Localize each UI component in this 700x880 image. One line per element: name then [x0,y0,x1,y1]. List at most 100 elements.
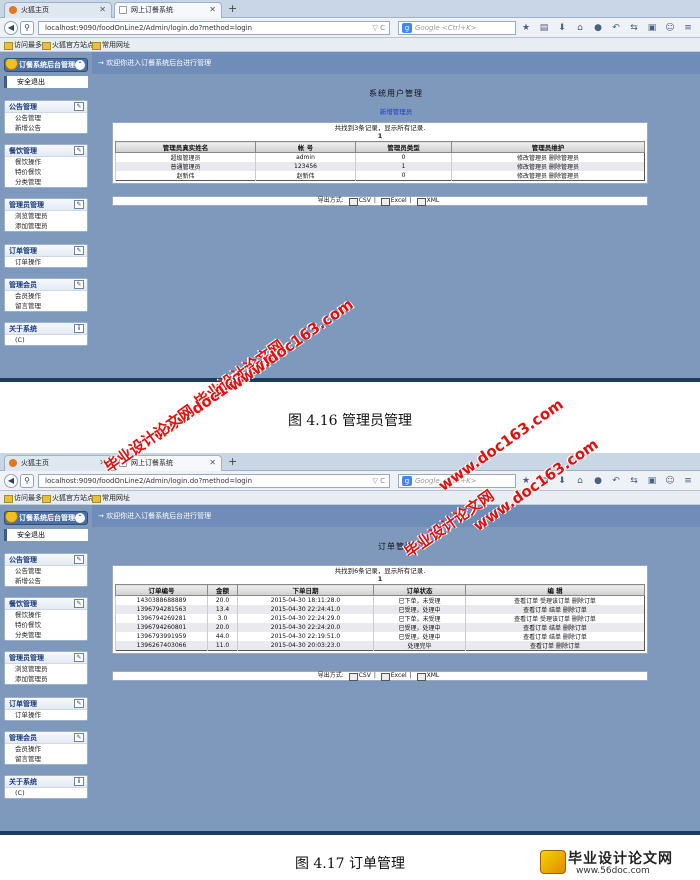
clipboard-icon[interactable]: ▤ [538,21,550,35]
menu-header-about[interactable]: 关于系统 i [5,323,87,335]
action-links[interactable]: 修改管理员 删除管理员 [451,152,645,162]
menu-header-notice[interactable]: 公告管理 ✎ [5,554,87,566]
menu-header-member[interactable]: 管理会员 ✎ [5,732,87,744]
bookmark-firefox-site[interactable]: 火狐官方站点 [42,491,94,505]
back-icon[interactable]: ◀ [4,474,18,488]
menu-icon[interactable]: ≡ [682,474,694,488]
add-admin-link[interactable]: 新增管理员 [92,106,700,116]
menu-item-order-ops[interactable]: 订单操作 [5,257,87,267]
bookmark-most-visited[interactable]: 访问最多 [4,491,42,505]
collapse-icon[interactable]: ⌃ [75,513,85,523]
tab-home[interactable]: 火狐主页 ✕ [4,455,112,471]
home-icon[interactable]: ⌂ [574,21,586,35]
logout-link[interactable]: 安全退出 [4,76,88,88]
tab-app[interactable]: 网上订餐系统 ✕ [114,2,222,18]
menu-item-message[interactable]: 留言管理 [5,301,87,311]
menu-item-admin-add[interactable]: 添加管理员 [5,674,87,684]
action-links[interactable]: 查看订单 结单 删除订单 [465,605,645,614]
menu-item-admin-add[interactable]: 添加管理员 [5,221,87,231]
chat-icon[interactable]: ● [592,474,604,488]
action-links[interactable]: 查看订单 受理该订单 删除订单 [465,595,645,605]
menu-header-about[interactable]: 关于系统 i [5,776,87,788]
col-header[interactable]: 金额 [207,584,238,596]
export-excel[interactable]: Excel [380,672,407,681]
menu-item-admin-browse[interactable]: 浏览管理员 [5,664,87,674]
download-icon[interactable]: ⬇ [556,21,568,35]
undo-icon[interactable]: ↶ [610,21,622,35]
menu-item-admin-browse[interactable]: 浏览管理员 [5,211,87,221]
menu-item-food-ops[interactable]: 餐饮操作 [5,610,87,620]
menu-icon[interactable]: ≡ [682,21,694,35]
menu-item-food-special[interactable]: 特价餐饮 [5,620,87,630]
search-input[interactable]: g Google <Ctrl+K> [398,21,516,35]
identity-icon[interactable]: ⚲ [20,474,34,488]
export-excel[interactable]: Excel [380,197,407,206]
action-links[interactable]: 查看订单 结单 删除订单 [465,632,645,641]
bookmark-most-visited[interactable]: 访问最多 [4,38,42,52]
action-links[interactable]: 查看订单 结单 删除订单 [465,623,645,632]
new-tab-button[interactable]: + [228,455,237,469]
col-header[interactable]: 管理员维护 [451,141,645,153]
page-number[interactable]: 1 [113,132,647,140]
col-header[interactable]: 管理员真实姓名 [115,141,256,153]
menu-item-order-ops[interactable]: 订单操作 [5,710,87,720]
tab-home[interactable]: 火狐主页 ✕ [4,2,112,18]
logout-link[interactable]: 安全退出 [4,529,88,541]
action-links[interactable]: 查看订单 删除订单 [465,641,645,651]
menu-item-member-ops[interactable]: 会员操作 [5,744,87,754]
col-header[interactable]: 管理员类型 [355,141,452,153]
menu-item-food-special[interactable]: 特价餐饮 [5,167,87,177]
bookmark-star-icon[interactable]: ★ [520,21,532,35]
smile-icon[interactable]: ☺ [664,474,676,488]
bookmark-common[interactable]: 常用网址 [92,38,130,52]
menu-header-notice[interactable]: 公告管理 ✎ [5,101,87,113]
new-tab-button[interactable]: + [228,2,237,16]
menu-header-food[interactable]: 餐饮管理 ✎ [5,145,87,157]
url-input[interactable]: localhost:9090/foodOnLine2/Admin/login.d… [38,474,390,488]
col-header[interactable]: 编 辑 [465,584,645,596]
menu-header-admin[interactable]: 管理员管理 ✎ [5,199,87,211]
reload-icon[interactable]: ▽ C [373,475,386,487]
close-icon[interactable]: ✕ [99,3,106,17]
menu-item-message[interactable]: 留言管理 [5,754,87,764]
addon-icon[interactable]: ⇆ [628,21,640,35]
menu-item-notice-add[interactable]: 新增公告 [5,123,87,133]
bookmark-common[interactable]: 常用网址 [92,491,130,505]
menu-header-order[interactable]: 订单管理 ✎ [5,245,87,257]
back-icon[interactable]: ◀ [4,21,18,35]
col-header[interactable]: 订单状态 [373,584,466,596]
menu-item-member-ops[interactable]: 会员操作 [5,291,87,301]
export-csv[interactable]: CSV [348,197,371,206]
action-links[interactable]: 修改管理员 删除管理员 [451,162,645,171]
col-header[interactable]: 订单编号 [115,584,208,596]
col-header[interactable]: 下单日期 [237,584,374,596]
export-xml[interactable]: XML [416,197,439,206]
menu-item-notice-manage[interactable]: 公告管理 [5,566,87,576]
reload-icon[interactable]: ▽ C [373,22,386,34]
menu-header-member[interactable]: 管理会员 ✎ [5,279,87,291]
action-links[interactable]: 查看订单 受理该订单 删除订单 [465,614,645,623]
addon-icon[interactable]: ⇆ [628,474,640,488]
chat-icon[interactable]: ● [592,21,604,35]
home-icon[interactable]: ⌂ [574,474,586,488]
col-header[interactable]: 帐 号 [255,141,356,153]
screenshot-icon[interactable]: ▣ [646,474,658,488]
bookmark-firefox-site[interactable]: 火狐官方站点 [42,38,94,52]
undo-icon[interactable]: ↶ [610,474,622,488]
screenshot-icon[interactable]: ▣ [646,21,658,35]
menu-item-notice-add[interactable]: 新增公告 [5,576,87,586]
menu-header-admin[interactable]: 管理员管理 ✎ [5,652,87,664]
collapse-icon[interactable]: ⌃ [75,60,85,70]
close-icon[interactable]: ✕ [209,3,216,17]
menu-header-order[interactable]: 订单管理 ✎ [5,698,87,710]
url-input[interactable]: localhost:9090/foodOnLine2/Admin/login.d… [38,21,390,35]
identity-icon[interactable]: ⚲ [20,21,34,35]
smile-icon[interactable]: ☺ [664,21,676,35]
menu-item-notice-manage[interactable]: 公告管理 [5,113,87,123]
action-links[interactable]: 修改管理员 删除管理员 [451,171,645,181]
menu-item-food-category[interactable]: 分类管理 [5,630,87,640]
menu-item-food-category[interactable]: 分类管理 [5,177,87,187]
close-icon[interactable]: ✕ [209,456,216,470]
export-xml[interactable]: XML [416,672,439,681]
menu-item-food-ops[interactable]: 餐饮操作 [5,157,87,167]
